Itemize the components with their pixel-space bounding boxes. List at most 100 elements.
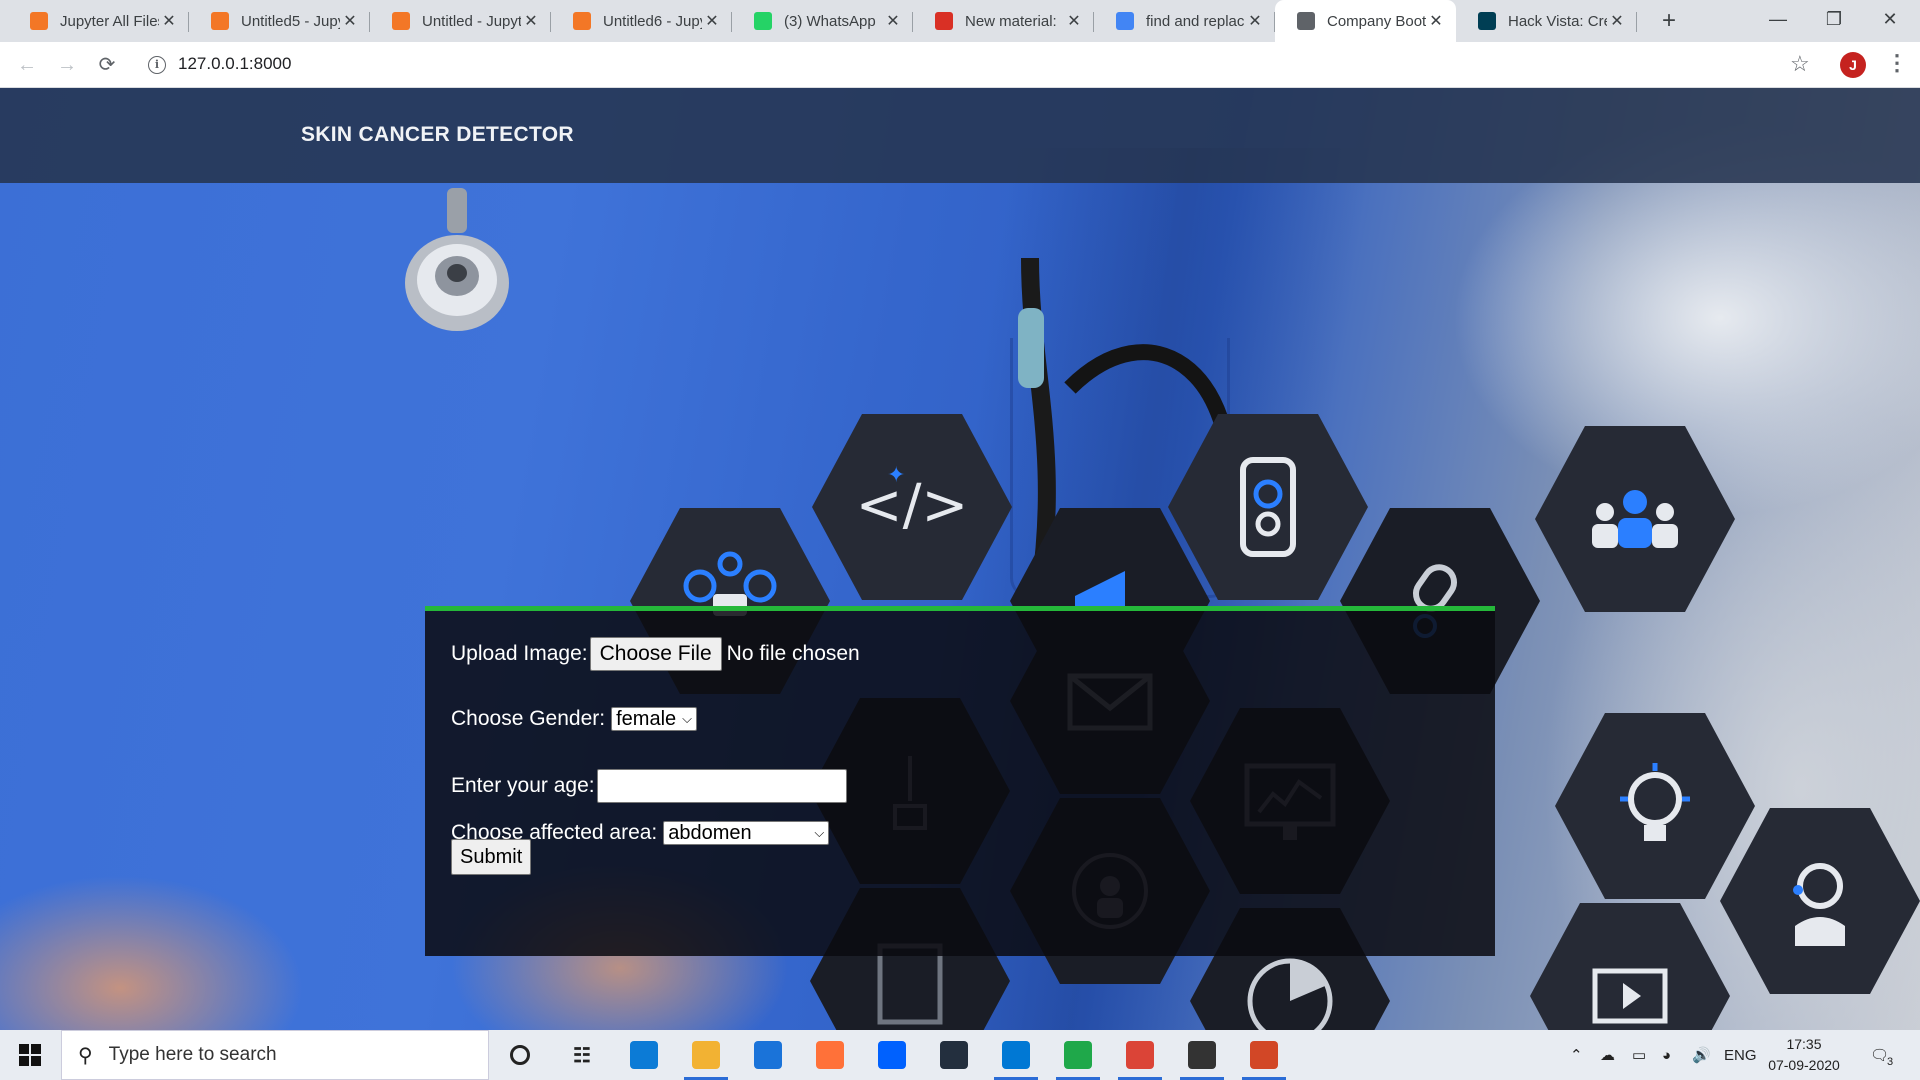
- windows-logo-icon: [19, 1044, 41, 1066]
- browser-tab-title: Hack Vista: Cre: [1508, 12, 1607, 30]
- bookmark-star-icon[interactable]: ☆: [1790, 51, 1810, 77]
- devpost-icon: [1478, 12, 1496, 30]
- close-tab-icon[interactable]: ✕: [702, 11, 722, 31]
- mobile-gear-icon: [1240, 457, 1296, 557]
- close-tab-icon[interactable]: ✕: [1245, 11, 1265, 31]
- notification-center-button[interactable]: 🗨 3: [1870, 1030, 1893, 1080]
- notification-count: 3: [1887, 1056, 1894, 1068]
- close-tab-icon[interactable]: ✕: [883, 11, 903, 31]
- taskbar-app-button[interactable]: [614, 1030, 674, 1080]
- browser-tab[interactable]: Untitled5 - Jupyter✕: [189, 0, 370, 42]
- browser-tab-title: (3) WhatsApp: [784, 12, 876, 30]
- chevron-down-icon: ⌵: [682, 711, 692, 726]
- browser-tab-title: Company Boot: [1327, 12, 1426, 30]
- browser-toolbar: ← → ⟳ i 127.0.0.1:8000 ☆ J ⋮: [0, 42, 1920, 88]
- search-placeholder: Type here to search: [108, 1044, 277, 1065]
- battery-icon[interactable]: ▭: [1632, 1030, 1646, 1080]
- close-tab-icon[interactable]: ✕: [159, 11, 179, 31]
- upload-row: Upload Image: Choose File No file chosen: [451, 637, 860, 671]
- browser-tab[interactable]: Jupyter All Files ✕: [8, 0, 189, 42]
- support-agent-icon: [1793, 863, 1845, 946]
- browser-tab-title: find and replace: [1146, 12, 1245, 30]
- support-hexagon: [1720, 808, 1920, 994]
- browser-tab-title: Untitled5 - Jupyter: [241, 12, 340, 30]
- wifi-icon[interactable]: ◕: [1662, 1030, 1671, 1080]
- age-input[interactable]: [596, 769, 847, 803]
- browser-tab[interactable]: New material: ✕: [913, 0, 1094, 42]
- close-tab-icon[interactable]: ✕: [1064, 11, 1084, 31]
- video-play-icon: [1592, 968, 1668, 1024]
- taskbar-app-button[interactable]: [738, 1030, 798, 1080]
- back-button[interactable]: ←: [12, 50, 42, 80]
- close-tab-icon[interactable]: ✕: [1426, 11, 1446, 31]
- volume-icon[interactable]: 🔊: [1692, 1030, 1711, 1080]
- profile-avatar[interactable]: J: [1840, 52, 1866, 78]
- taskbar-app-button[interactable]: [924, 1030, 984, 1080]
- submit-button[interactable]: Submit: [451, 839, 532, 875]
- taskbar-app-button[interactable]: [800, 1030, 860, 1080]
- whatsapp-icon: [754, 12, 772, 30]
- dropbox-icon: [878, 1041, 906, 1069]
- language-indicator[interactable]: ENG: [1724, 1030, 1757, 1080]
- browser-tab-title: Untitled6 - Jupyter: [603, 12, 702, 30]
- google-icon: [1116, 12, 1134, 30]
- taskbar-app-button[interactable]: ☷: [552, 1030, 612, 1080]
- taskbar-app-button[interactable]: [1172, 1030, 1232, 1080]
- close-tab-icon[interactable]: ✕: [1607, 11, 1627, 31]
- browser-tab[interactable]: Company Boot ✕: [1275, 0, 1456, 42]
- reload-button[interactable]: ⟳: [92, 50, 122, 80]
- gender-select[interactable]: female ⌵: [611, 707, 697, 731]
- browser-tab[interactable]: find and replace ✕: [1094, 0, 1275, 42]
- taskbar-app-button[interactable]: [862, 1030, 922, 1080]
- taskbar-app-button[interactable]: [1234, 1030, 1294, 1080]
- jupyter-notebook-icon: [392, 12, 410, 30]
- browser-menu-icon[interactable]: ⋮: [1886, 50, 1908, 76]
- edge-icon: [630, 1041, 658, 1069]
- taskbar-app-button[interactable]: [490, 1030, 550, 1080]
- start-button[interactable]: [0, 1030, 60, 1080]
- site-header: SKIN CANCER DETECTOR: [0, 88, 1920, 183]
- jupyter-notebook-icon: [211, 12, 229, 30]
- taskbar-search-box[interactable]: ⚲ Type here to search: [61, 1030, 489, 1080]
- choose-file-button[interactable]: Choose File: [589, 637, 722, 671]
- idea-hexagon: [1555, 713, 1755, 899]
- new-tab-button[interactable]: +: [1655, 7, 1683, 35]
- browser-tab[interactable]: Hack Vista: Cre ✕: [1456, 0, 1637, 42]
- cortana-icon: [510, 1045, 530, 1065]
- taskbar-app-button[interactable]: [1110, 1030, 1170, 1080]
- browser-tab[interactable]: (3) WhatsApp ✕: [732, 0, 913, 42]
- close-tab-icon[interactable]: ✕: [340, 11, 360, 31]
- upload-form: Upload Image: Choose File No file chosen…: [425, 606, 1495, 956]
- file-status-text: No file chosen: [726, 642, 860, 665]
- gender-label: Choose Gender:: [451, 707, 606, 730]
- site-info-icon[interactable]: i: [148, 56, 166, 74]
- svg-text:✦: ✦: [887, 463, 905, 488]
- file-explorer-icon: [692, 1041, 720, 1069]
- taskbar-app-button[interactable]: [676, 1030, 736, 1080]
- firefox-icon: [816, 1041, 844, 1069]
- clock-date: 07-09-2020: [1768, 1057, 1840, 1073]
- close-window-button[interactable]: ✕: [1862, 0, 1918, 40]
- taskbar-clock[interactable]: 17:35 07-09-2020: [1764, 1034, 1844, 1076]
- stethoscope-head-image: [405, 188, 509, 331]
- address-bar[interactable]: 127.0.0.1:8000: [178, 54, 291, 74]
- onedrive-icon[interactable]: ☁: [1600, 1030, 1615, 1080]
- taskbar-app-button[interactable]: [986, 1030, 1046, 1080]
- age-label: Enter your age:: [451, 774, 595, 797]
- minimize-button[interactable]: —: [1750, 0, 1806, 40]
- taskbar-app-button[interactable]: [1048, 1030, 1108, 1080]
- age-row: Enter your age:: [451, 769, 847, 803]
- affected-area-select[interactable]: abdomen ⌵: [663, 821, 830, 845]
- affected-area-select-value: abdomen: [668, 821, 752, 844]
- browser-tab-title: New material:: [965, 12, 1057, 30]
- amazon-icon: [940, 1041, 968, 1069]
- globe-icon: [1297, 12, 1315, 30]
- pie-chart-icon: [1247, 958, 1333, 1030]
- browser-tab[interactable]: Untitled6 - Jupyter✕: [551, 0, 732, 42]
- show-hidden-icons-button[interactable]: ⌃: [1570, 1030, 1583, 1080]
- forward-button[interactable]: →: [52, 50, 82, 80]
- restore-button[interactable]: ❐: [1806, 0, 1862, 40]
- browser-tab-title: Jupyter All Files: [60, 12, 159, 30]
- close-tab-icon[interactable]: ✕: [521, 11, 541, 31]
- browser-tab[interactable]: Untitled - Jupyter✕: [370, 0, 551, 42]
